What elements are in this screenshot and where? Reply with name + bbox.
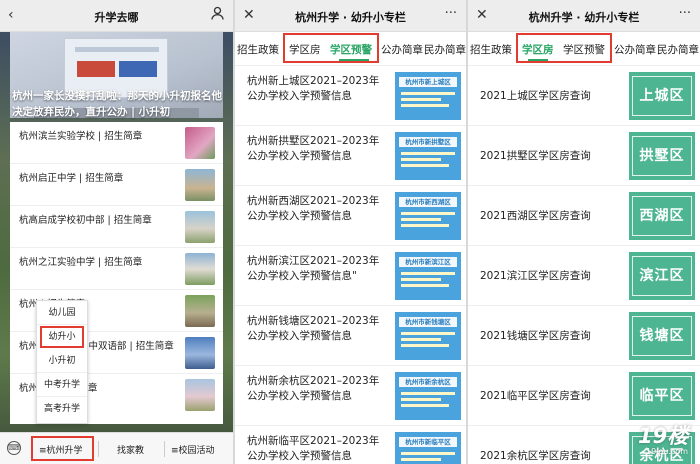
profile-icon[interactable] [211,6,224,24]
submenu-item-kindergarten-to-primary[interactable]: 幼升小 [40,326,84,348]
article-thumbnail: 钱塘区 [629,312,695,360]
list-item[interactable]: 杭州新临平区2021–2023年公办学校入学预警信息 杭州市新临平区 [235,426,466,464]
list-item[interactable]: 杭州新上城区2021–2023年公办学校入学预警信息 杭州市新上城区 [235,66,466,126]
article-title: 杭州之江实验中学 | 招生简章 [19,257,143,268]
article-title: 2021临平区学区房查询 [480,390,591,402]
list-item[interactable]: 杭高启成学校初中部 | 招生简章 [10,206,223,248]
highlight-box [516,33,612,63]
article-title: 杭州新临平区2021–2023年公办学校入学预警信息 [247,435,380,462]
tab-admission-policy[interactable]: 招生政策 [470,42,512,57]
screen-district-housing: ✕ 杭州升学 · 幼升小专栏 ··· 招生政策 学区房 学区预警 公办简章 民办… [468,0,700,464]
list-item[interactable]: 杭州新拱墅区2021–2023年公办学校入学预警信息 杭州市新拱墅区 [235,126,466,186]
list-item[interactable]: 杭州滨兰实验学校 | 招生简章 [10,122,223,164]
article-thumbnail: 杭州市新西湖区 [395,192,461,240]
divider [164,441,165,457]
article-thumbnail: 杭州市新钱塘区 [395,312,461,360]
page-title: 升学去哪 [94,11,139,24]
list-item[interactable]: 杭州新钱塘区2021–2023年公办学校入学预警信息 杭州市新钱塘区 [235,306,466,366]
article-thumbnail: 杭州市新余杭区 [395,372,461,420]
article-thumbnail: 杭州市新上城区 [395,72,461,120]
tab-public-brochure[interactable]: 公办简章 [614,42,656,57]
tab-admission-policy[interactable]: 招生政策 [237,42,279,57]
list-item[interactable]: 杭州启正中学 | 招生简章 [10,164,223,206]
article-title: 杭州新滨江区2021–2023年公办学校入学预警信息" [247,255,380,282]
article-thumbnail [185,379,215,411]
article-title: 杭州启正中学 | 招生简章 [19,173,124,184]
article-title: 杭州新余杭区2021–2023年公办学校入学预警信息 [247,375,380,402]
divider [98,441,99,457]
tab-private-brochure[interactable]: 民办简章 [424,42,466,57]
article-title: 2021西湖区学区房查询 [480,210,591,222]
banner-caption[interactable]: 杭州一家长没摸打乱啦：那天的小升初报名他决定放弃民办，直升公办 | 小升初 [12,88,224,120]
page-title: 杭州升学 · 幼升小专栏 [295,11,406,24]
watermark-brand: 19楼 [638,424,689,448]
article-title: 杭州滨兰实验学校 | 招生简章 [19,131,143,142]
article-thumbnail [185,253,215,285]
list-item[interactable]: 2021钱塘区学区房查询 钱塘区 [468,306,700,366]
article-title: 杭州新西湖区2021–2023年公办学校入学预警信息 [247,195,380,222]
article-thumbnail: 上城区 [629,72,695,120]
menu-button-hangzhou-upgrade[interactable]: ≡杭州升学 [39,443,83,456]
article-thumbnail [185,127,215,159]
header-bar: ✕ 杭州升学 · 幼升小专栏 ··· [235,0,466,32]
list-item[interactable]: 杭州之江实验中学 | 招生简章 [10,248,223,290]
watermark-site: 19lou.com [646,447,688,456]
article-thumbnail: 杭州市新拱墅区 [395,132,461,180]
article-title: 2021滨江区学区房查询 [480,270,591,282]
article-thumbnail: 拱墅区 [629,132,695,180]
list-item[interactable]: 杭州新西湖区2021–2023年公办学校入学预警信息 杭州市新西湖区 [235,186,466,246]
article-title: 2021钱塘区学区房查询 [480,330,591,342]
article-title: 杭州新上城区2021–2023年公办学校入学预警信息 [247,75,380,102]
article-title: 杭州新拱墅区2021–2023年公办学校入学预警信息 [247,135,380,162]
highlight-box [283,33,379,63]
list-item[interactable]: 2021滨江区学区房查询 滨江区 [468,246,700,306]
article-title: 杭州新钱塘区2021–2023年公办学校入学预警信息 [247,315,380,342]
article-title: 2021拱墅区学区房查询 [480,150,591,162]
article-title: 杭高启成学校初中部 | 招生简章 [19,215,152,226]
article-thumbnail [185,169,215,201]
article-thumbnail: 临平区 [629,372,695,420]
submenu-item-kindergarten[interactable]: 幼儿园 [37,301,87,325]
submenu-popup: 幼儿园 幼升小 小升初 中考升学 高考升学 [36,300,88,424]
article-thumbnail: 滨江区 [629,252,695,300]
article-thumbnail: 杭州市新临平区 [395,432,461,464]
article-title: 2021余杭区学区房查询 [480,450,591,462]
watermark-logo: 19楼 19lou.com [638,420,696,460]
page-title: 杭州升学 · 幼升小专栏 [528,11,640,24]
list-item[interactable]: 2021上城区学区房查询 上城区 [468,66,700,126]
more-icon[interactable]: ··· [679,6,691,21]
list-item[interactable]: 2021临平区学区房查询 临平区 [468,366,700,426]
article-thumbnail [185,337,215,369]
article-title: 2021上城区学区房查询 [480,90,591,102]
menu-button-campus-events[interactable]: ≡校园活动 [171,443,215,456]
keyboard-icon[interactable]: ⌨ [7,441,21,455]
bottom-menu-bar: ⌨ ≡杭州升学 找家教 ≡校园活动 [0,432,233,464]
list-item[interactable]: 杭州新余杭区2021–2023年公办学校入学预警信息 杭州市新余杭区 [235,366,466,426]
submenu-item-college-entrance[interactable]: 高考升学 [37,397,87,421]
header-bar: ‹ 升学去哪 [0,0,233,32]
article-thumbnail: 西湖区 [629,192,695,240]
list-item[interactable]: 2021西湖区学区房查询 西湖区 [468,186,700,246]
header-bar: ✕ 杭州升学 · 幼升小专栏 ··· [468,0,700,32]
article-thumbnail [185,211,215,243]
article-thumbnail [185,295,215,327]
tab-public-brochure[interactable]: 公办简章 [381,42,423,57]
menu-button-find-tutor[interactable]: 找家教 [117,443,144,456]
list-item[interactable]: 杭州新滨江区2021–2023年公办学校入学预警信息" 杭州市新滨江区 [235,246,466,306]
submenu-item-highschool-entrance[interactable]: 中考升学 [37,373,87,397]
article-thumbnail: 杭州市新滨江区 [395,252,461,300]
list-item[interactable]: 2021拱墅区学区房查询 拱墅区 [468,126,700,186]
submenu-item-primary-to-junior[interactable]: 小升初 [37,349,87,373]
screen-district-warning: ✕ 杭州升学 · 幼升小专栏 ··· 招生政策 学区房 学区预警 公办简章 民办… [235,0,466,464]
tab-private-brochure[interactable]: 民办简章 [657,42,699,57]
screen-upgrade-where: ‹ 升学去哪 杭州一家长没摸打乱啦：那天的小升初报名他决定放弃民办，直升公办 |… [0,0,233,464]
more-icon[interactable]: ··· [445,6,457,21]
